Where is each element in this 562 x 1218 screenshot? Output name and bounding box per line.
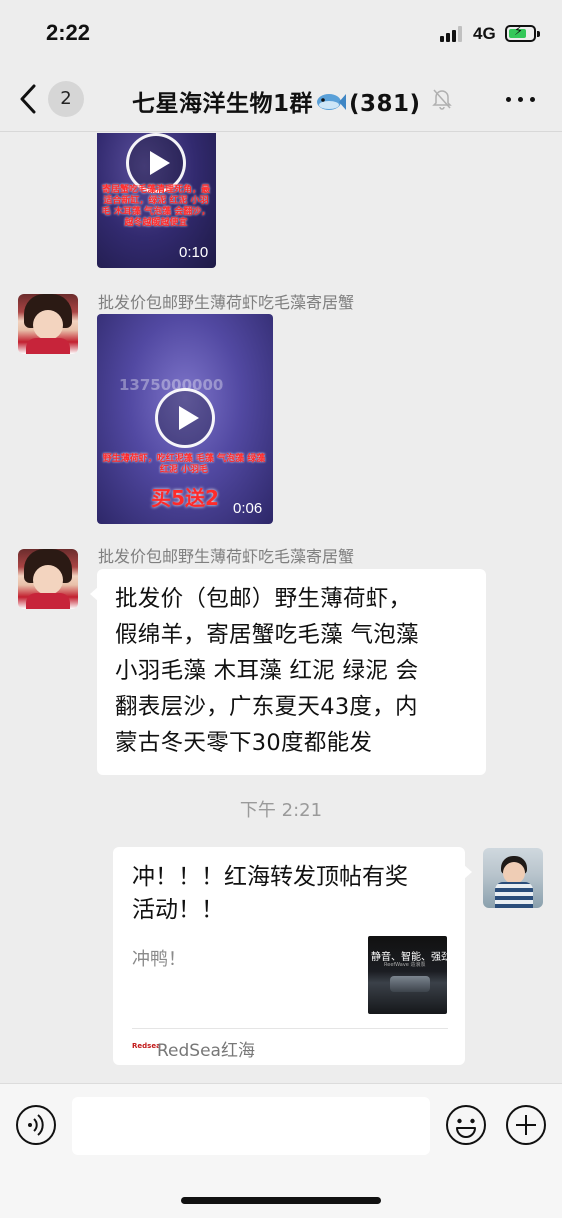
video-caption: 寄居蟹吃毛藻清理死角，最适合新缸，绿泥 红泥 小羽毛 木耳藻 气泡藻 会翻沙，越… [101,185,211,228]
avatar[interactable] [18,549,78,609]
chat-header: 2 七星海洋生物1群 (381) [0,66,562,132]
message-timestamp: 下午 2:21 [239,800,323,821]
link-thumbnail: 静音、智能、强劲 ReefWave 造浪泵 [368,936,447,1014]
unread-count-badge: 2 [48,81,84,117]
status-time: 2:22 [46,20,91,45]
emoji-button[interactable] [445,1104,487,1146]
voice-icon [16,1105,56,1145]
video-duration: 0:10 [179,244,209,261]
mute-bell-icon [432,88,452,114]
more-dots-icon [506,97,511,102]
sender-name: 批发价包邮野生薄荷虾吃毛藻寄居蟹 [98,293,355,312]
video-message[interactable]: 寄居蟹吃毛藻清理死角，最适合新缸，绿泥 红泥 小羽毛 木耳藻 气泡藻 会翻沙，越… [97,133,216,268]
network-type: 4G [473,24,496,43]
message-line: 小羽毛藻 木耳藻 红泥 绿泥 会 [115,658,419,684]
message-line: 蒙古冬天零下30度都能发 [115,730,373,756]
text-message-bubble[interactable]: 批发价（包邮）野生薄荷虾， 假绵羊，寄居蟹吃毛藻 气泡藻 小羽毛藻 木耳藻 红泥… [90,569,486,775]
play-button[interactable] [155,388,215,448]
message-line: 假绵羊，寄居蟹吃毛藻 气泡藻 [115,622,419,648]
self-avatar[interactable] [483,848,543,908]
more-functions-button[interactable] [505,1104,547,1146]
avatar[interactable] [18,294,78,354]
play-button[interactable] [126,133,186,193]
voice-button[interactable] [15,1104,57,1146]
video-duration: 0:06 [233,500,263,517]
pump-device-image [390,976,430,992]
video-message[interactable]: 1375000000 野生薄荷虾，吃红泥藻 毛藻 气泡藻 绿藻 红泥 小羽毛 买… [97,314,273,524]
home-indicator[interactable] [181,1197,381,1204]
fish-icon [315,91,347,119]
thumb-subtext: ReefWave 造浪泵 [384,962,426,968]
link-title: 冲！！！红海转发顶帖有奖 活动！！ [132,864,408,923]
group-name: 七星海洋生物1群 [132,91,314,117]
play-icon [150,151,170,175]
sender-name: 批发价包邮野生薄荷虾吃毛藻寄居蟹 [98,547,355,566]
back-chevron-icon [20,84,36,114]
page-title: 七星海洋生物1群 (381) [132,84,421,119]
divider [132,1028,448,1029]
link-description: 冲鸭！ [132,949,186,970]
plus-icon [506,1105,546,1145]
message-input[interactable] [72,1097,430,1155]
emoji-icon [446,1105,486,1145]
message-line: 翻表层沙，广东夏天43度，内 [115,694,418,720]
status-bar: 2:22 4G ⚡ [0,0,562,66]
cellular-signal-icon [440,26,466,42]
link-source: RedSea红海 [157,1041,255,1061]
member-count: (381) [349,91,421,117]
play-icon [179,406,199,430]
link-card-message[interactable]: 冲！！！红海转发顶帖有奖 活动！！ 冲鸭！ 静音、智能、强劲 ReefWave … [113,847,472,1065]
battery-icon: ⚡ [505,24,540,42]
message-line: 批发价（包邮）野生薄荷虾， [115,586,412,612]
more-options-button[interactable] [506,86,536,112]
back-button[interactable]: 2 [18,80,88,118]
video-caption: 野生薄荷虾，吃红泥藻 毛藻 气泡藻 绿藻 红泥 小羽毛 [102,454,266,475]
message-list[interactable]: 寄居蟹吃毛藻清理死角，最适合新缸，绿泥 红泥 小羽毛 木耳藻 气泡藻 会翻沙，越… [0,133,562,1083]
